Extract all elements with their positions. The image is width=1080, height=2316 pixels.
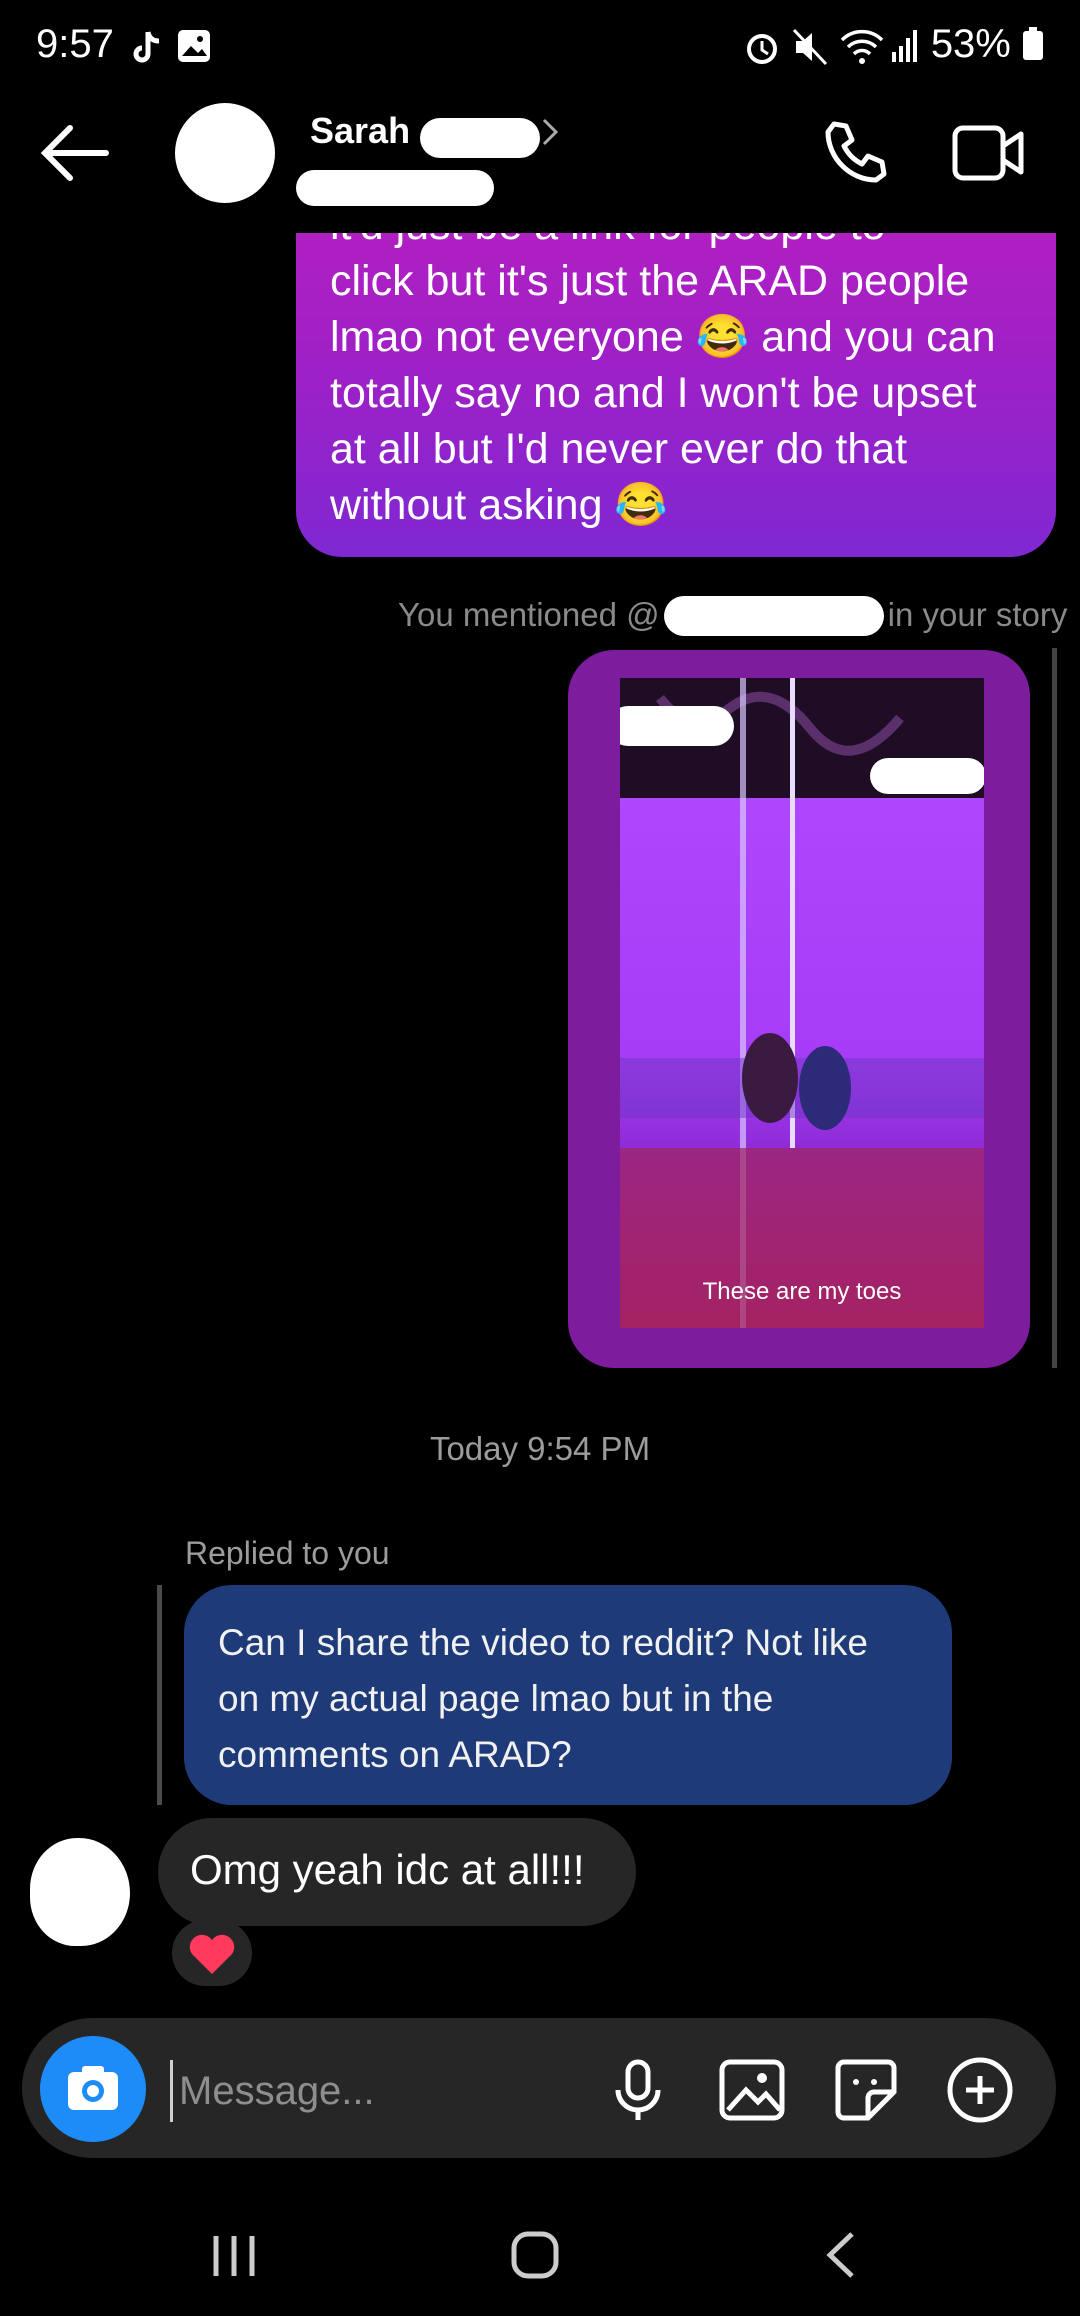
- reply-indicator-bar: [157, 1585, 162, 1805]
- contact-name[interactable]: Sarah: [310, 110, 410, 152]
- redacted-surname: [420, 118, 540, 158]
- gallery-icon[interactable]: [716, 2054, 788, 2126]
- status-time: 9:57: [36, 22, 114, 66]
- battery-status: 53%: [931, 22, 1044, 67]
- mute-icon: [792, 28, 828, 71]
- sent-line: lmao not everyone 😂 and you can: [330, 313, 996, 361]
- home-icon[interactable]: [510, 2230, 560, 2285]
- sticker-icon[interactable]: [830, 2054, 902, 2126]
- redacted-story-tag: [620, 706, 734, 746]
- message-input[interactable]: [170, 2060, 601, 2122]
- heart-icon: [189, 1934, 235, 1974]
- received-message-bubble[interactable]: Omg yeah idc at all!!!: [158, 1818, 636, 1926]
- redacted-story-tag: [870, 758, 984, 794]
- quoted-message-text: Can I share the video to reddit? Not lik…: [218, 1622, 868, 1775]
- redacted-username: [296, 170, 494, 206]
- mention-prefix: You mentioned @: [398, 596, 660, 633]
- quoted-message-bubble[interactable]: Can I share the video to reddit? Not lik…: [184, 1585, 952, 1805]
- sent-line: without asking 😂: [330, 481, 668, 529]
- scrollbar[interactable]: [1052, 648, 1057, 1368]
- chevron-right-icon[interactable]: [540, 116, 560, 153]
- gallery-notification-icon: [176, 28, 212, 69]
- sent-line: at all but I'd never ever do that: [330, 425, 908, 473]
- back-arrow-icon[interactable]: [36, 118, 116, 188]
- battery-percent: 53%: [930, 22, 1011, 66]
- sent-message-bubble[interactable]: it'd just be a link for people to click …: [296, 233, 1056, 557]
- add-plus-icon[interactable]: [944, 2054, 1016, 2126]
- camera-icon: [68, 2066, 118, 2110]
- camera-button[interactable]: [40, 2036, 146, 2142]
- sent-message-text: it'd just be a link for people to click …: [330, 233, 1030, 533]
- redacted-mention: [663, 596, 884, 636]
- microphone-icon[interactable]: [602, 2054, 674, 2126]
- battery-icon: [1023, 27, 1043, 60]
- phone-call-icon[interactable]: [820, 118, 890, 188]
- heart-reaction[interactable]: [172, 1920, 252, 1986]
- story-reply-card[interactable]: These are my toes: [568, 650, 1030, 1368]
- story-image: These are my toes: [620, 678, 984, 1328]
- sent-line: click but it's just the ARAD people: [330, 257, 970, 305]
- received-message-text: Omg yeah idc at all!!!: [190, 1846, 585, 1893]
- contact-avatar[interactable]: [175, 103, 275, 203]
- replied-to-you-label: Replied to you: [185, 1535, 390, 1571]
- back-nav-icon[interactable]: [820, 2230, 860, 2285]
- sender-avatar[interactable]: [30, 1838, 130, 1946]
- story-caption: These are my toes: [702, 1278, 902, 1305]
- conversation-timestamp: Today 9:54 PM: [429, 1430, 651, 1467]
- sent-line-partial: it'd just be a link for people to: [330, 233, 1030, 253]
- recent-apps-icon[interactable]: [208, 2230, 260, 2285]
- tiktok-icon: [128, 28, 164, 73]
- signal-icon: [892, 28, 920, 69]
- wifi-icon: [840, 28, 884, 71]
- video-call-icon[interactable]: [952, 122, 1026, 184]
- story-mention-note: You mentioned @ in your story: [398, 596, 1067, 636]
- mention-suffix: in your story: [887, 596, 1068, 633]
- sent-line: totally say no and I won't be upset: [330, 369, 977, 417]
- alarm-icon: [744, 28, 780, 71]
